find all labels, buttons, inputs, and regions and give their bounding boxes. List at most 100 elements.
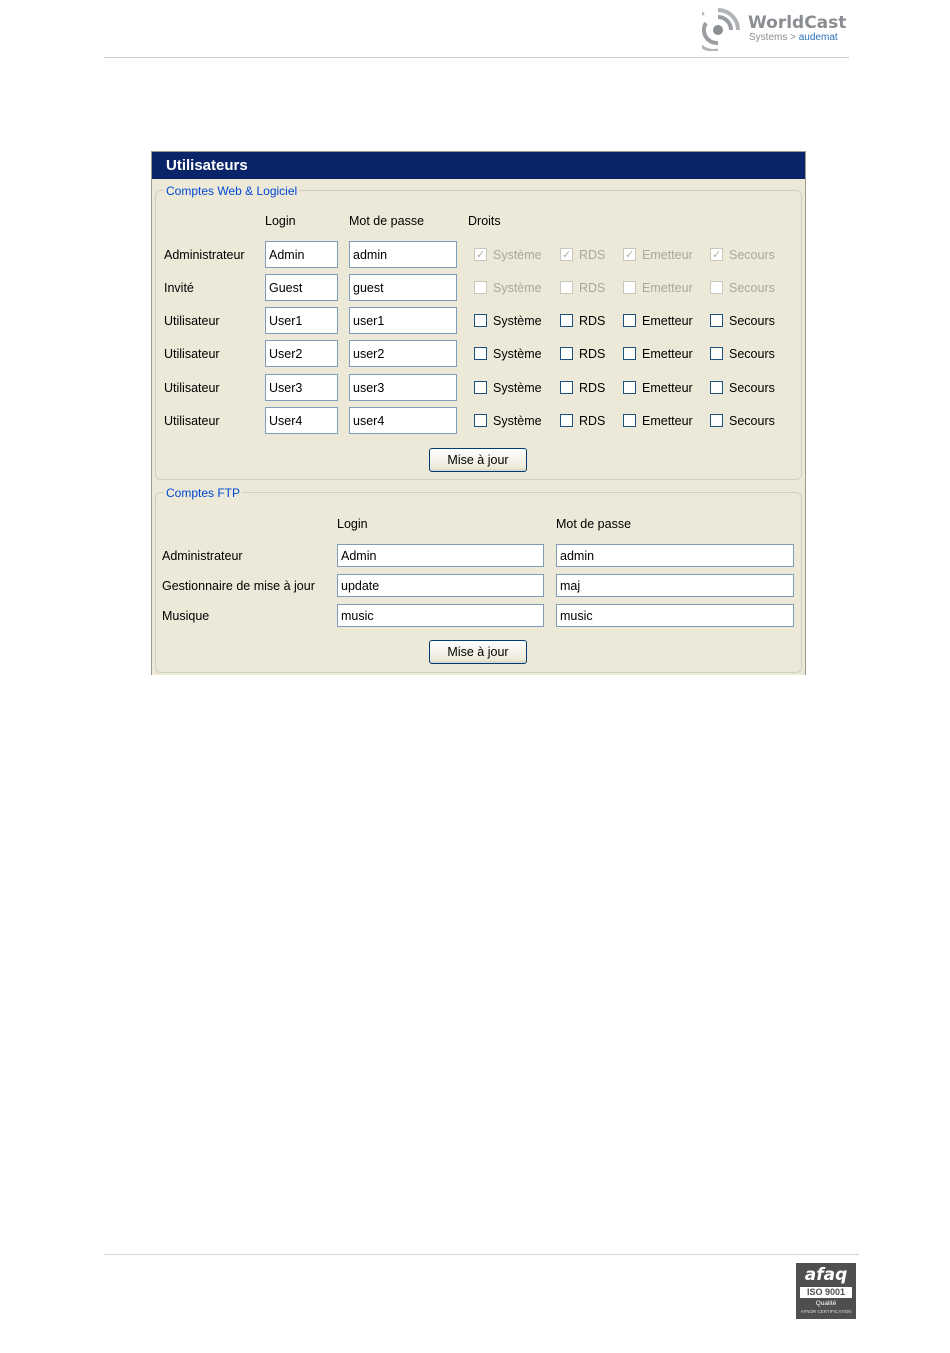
web-password-input[interactable]	[349, 374, 457, 401]
web-right-transmitter-checkbox[interactable]	[623, 414, 636, 427]
web-login-input[interactable]	[265, 241, 338, 268]
web-right-system-label: Système	[493, 381, 542, 395]
web-accounts-group	[155, 190, 802, 480]
web-right-rds-checkbox[interactable]	[560, 381, 573, 394]
web-right-rds-label: RDS	[579, 248, 606, 262]
web-right-transmitter-label: Emetteur	[642, 281, 693, 295]
web-login-input[interactable]	[265, 374, 338, 401]
ftp-login-header: Login	[337, 517, 368, 531]
web-right-system-label: Système	[493, 314, 542, 328]
web-row-label: Utilisateur	[164, 314, 220, 328]
web-right-backup-checkbox	[710, 281, 723, 294]
web-accounts-legend: Comptes Web & Logiciel	[164, 184, 300, 198]
web-right-backup-label: Secours	[729, 381, 775, 395]
cert-sub: AFNOR CERTIFICATION	[800, 1309, 852, 1314]
web-row-label: Administrateur	[164, 248, 245, 262]
web-right-backup-checkbox[interactable]	[710, 381, 723, 394]
web-right-backup-checkbox[interactable]	[710, 414, 723, 427]
web-right-backup-checkbox[interactable]	[710, 347, 723, 360]
cert-quality: Qualité	[815, 1300, 837, 1307]
web-right-rds-checkbox[interactable]	[560, 314, 573, 327]
web-login-input[interactable]	[265, 340, 338, 367]
web-right-rds-label: RDS	[579, 381, 606, 395]
brand-subtitle: Systems > audemat	[749, 32, 838, 43]
ftp-password-header: Mot de passe	[556, 517, 632, 531]
ftp-row-label: Administrateur	[162, 549, 243, 563]
ftp-row-label: Musique	[162, 609, 210, 623]
ftp-login-input[interactable]	[337, 574, 544, 597]
web-password-input[interactable]	[349, 340, 457, 367]
web-right-backup-checkbox[interactable]	[710, 314, 723, 327]
web-right-system-checkbox[interactable]	[474, 347, 487, 360]
web-right-system-checkbox[interactable]	[474, 314, 487, 327]
web-right-transmitter-checkbox[interactable]	[623, 347, 636, 360]
web-right-rds-label: RDS	[579, 281, 606, 295]
web-right-backup-checkbox: ✓	[710, 248, 723, 261]
checkmark-icon: ✓	[712, 249, 722, 261]
brand-name: WorldCast	[748, 13, 847, 33]
worldcast-wave-icon	[702, 8, 740, 51]
web-right-system-checkbox: ✓	[474, 248, 487, 261]
footer-divider	[104, 1254, 859, 1255]
ftp-update-button[interactable]: Mise à jour	[429, 640, 527, 664]
web-right-transmitter-checkbox[interactable]	[623, 381, 636, 394]
web-right-backup-label: Secours	[729, 248, 775, 262]
brand-sub-left: Systems	[749, 32, 788, 43]
brand-sub-right: audemat	[798, 32, 838, 43]
web-password-header: Mot de passe	[349, 214, 425, 228]
web-rights-header: Droits	[468, 214, 501, 228]
web-right-system-label: Système	[493, 248, 542, 262]
web-password-input[interactable]	[349, 307, 457, 334]
web-right-rds-checkbox[interactable]	[560, 347, 573, 360]
web-right-transmitter-checkbox	[623, 281, 636, 294]
web-right-system-checkbox	[474, 281, 487, 294]
web-right-transmitter-checkbox: ✓	[623, 248, 636, 261]
users-window: Utilisateurs Comptes Web & Logiciel Logi…	[151, 151, 806, 675]
web-password-input[interactable]	[349, 407, 457, 434]
worldcast-logo: WorldCast Systems > audemat	[702, 5, 852, 53]
web-right-system-label: Système	[493, 281, 542, 295]
web-row-label: Utilisateur	[164, 414, 220, 428]
ftp-password-input[interactable]	[556, 574, 794, 597]
web-password-input[interactable]	[349, 274, 457, 301]
ftp-login-input[interactable]	[337, 604, 544, 627]
window-title: Utilisateurs	[152, 152, 805, 179]
web-login-header: Login	[265, 214, 296, 228]
web-right-backup-label: Secours	[729, 347, 775, 361]
web-right-system-label: Système	[493, 414, 542, 428]
header-divider	[104, 57, 849, 58]
ftp-row-label: Gestionnaire de mise à jour	[162, 579, 315, 593]
ftp-password-input[interactable]	[556, 544, 794, 567]
checkmark-icon: ✓	[476, 249, 486, 261]
web-row-label: Utilisateur	[164, 347, 220, 361]
web-login-input[interactable]	[265, 407, 338, 434]
web-right-transmitter-checkbox[interactable]	[623, 314, 636, 327]
web-right-transmitter-label: Emetteur	[642, 314, 693, 328]
web-right-transmitter-label: Emetteur	[642, 381, 693, 395]
afaq-iso-certification-logo: afaq ISO 9001 Qualité AFNOR CERTIFICATIO…	[796, 1263, 856, 1319]
web-right-backup-label: Secours	[729, 314, 775, 328]
web-right-system-checkbox[interactable]	[474, 381, 487, 394]
web-login-input[interactable]	[265, 307, 338, 334]
web-login-input[interactable]	[265, 274, 338, 301]
web-password-input[interactable]	[349, 241, 457, 268]
web-update-button[interactable]: Mise à jour	[429, 448, 527, 472]
web-right-rds-checkbox	[560, 281, 573, 294]
cert-iso: ISO 9001	[800, 1287, 852, 1298]
web-right-rds-checkbox: ✓	[560, 248, 573, 261]
web-right-backup-label: Secours	[729, 414, 775, 428]
web-right-rds-label: RDS	[579, 347, 606, 361]
brand-sub-separator: >	[790, 32, 796, 43]
ftp-login-input[interactable]	[337, 544, 544, 567]
web-row-label: Utilisateur	[164, 381, 220, 395]
web-right-rds-label: RDS	[579, 414, 606, 428]
web-right-transmitter-label: Emetteur	[642, 414, 693, 428]
cert-word: afaq	[804, 1265, 848, 1285]
web-right-system-checkbox[interactable]	[474, 414, 487, 427]
ftp-accounts-legend: Comptes FTP	[164, 486, 243, 500]
checkmark-icon: ✓	[562, 249, 572, 261]
ftp-password-input[interactable]	[556, 604, 794, 627]
checkmark-icon: ✓	[625, 249, 635, 261]
web-right-transmitter-label: Emetteur	[642, 248, 693, 262]
web-right-rds-checkbox[interactable]	[560, 414, 573, 427]
